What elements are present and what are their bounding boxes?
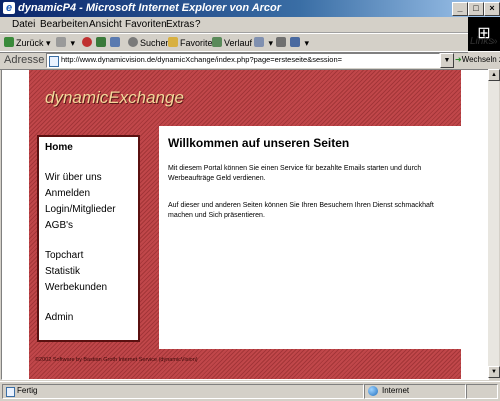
zone-panel: Internet [364, 384, 466, 399]
close-button[interactable]: × [484, 2, 500, 16]
ie-logo-icon: e [3, 2, 15, 14]
site-frame: dynamicExchange Home Wir über uns Anmeld… [29, 70, 461, 379]
go-arrow-icon: ➜ [455, 55, 462, 64]
maximize-button[interactable]: □ [468, 2, 484, 16]
globe-icon [368, 386, 378, 396]
nav-anmelden[interactable]: Anmelden [45, 188, 90, 199]
stop-button[interactable] [82, 37, 94, 48]
nav-wir-ueber-uns[interactable]: Wir über uns [45, 172, 102, 183]
title-bar: e dynamicP4 - Microsoft Internet Explore… [0, 0, 500, 17]
second-paragraph: Auf dieser und anderen Seiten können Sie… [168, 202, 434, 219]
home-button[interactable] [110, 37, 122, 48]
address-dropdown-button[interactable]: ▼ [440, 53, 454, 68]
refresh-button[interactable] [96, 37, 108, 48]
scroll-up-icon[interactable]: ▲ [488, 69, 500, 81]
status-bar: Fertig Internet [0, 381, 500, 401]
resize-grip[interactable] [466, 384, 498, 399]
edit-button[interactable]: ▾ [290, 37, 309, 49]
print-icon [276, 37, 286, 47]
menu-datei[interactable]: Datei [12, 19, 35, 30]
minimize-button[interactable]: _ [452, 2, 468, 16]
history-icon [212, 37, 222, 47]
address-bar: Adresse http://www.dynamicvision.de/dyna… [0, 51, 500, 70]
back-button[interactable]: Zurück ▾ [4, 37, 51, 49]
home-icon [110, 37, 120, 47]
nav-topchart[interactable]: Topchart [45, 250, 83, 261]
address-input[interactable]: http://www.dynamicvision.de/dynamicXchan… [46, 53, 440, 68]
scroll-down-icon[interactable]: ▼ [488, 366, 500, 378]
nav-admin[interactable]: Admin [45, 312, 73, 323]
search-icon [128, 37, 138, 47]
page-heading: Willkommen auf unseren Seiten [168, 136, 350, 150]
copyright-text: ©2002 Software by Bastian Groth Internet… [35, 357, 198, 363]
status-text: Fertig [17, 386, 38, 395]
status-panel: Fertig [2, 384, 364, 399]
nav-werbekunden[interactable]: Werbekunden [45, 282, 107, 293]
back-arrow-icon [4, 37, 14, 47]
links-label: Links [470, 36, 494, 47]
menu-ansicht[interactable]: Ansicht [89, 19, 122, 30]
page-icon [49, 56, 59, 67]
menu-extras[interactable]: Extras [166, 19, 194, 30]
search-button[interactable]: Suchen [128, 37, 171, 48]
mail-icon [254, 37, 264, 47]
favorites-button[interactable]: Favoriten [168, 37, 218, 48]
main-content: Willkommen auf unseren Seiten Mit diesem… [159, 126, 461, 349]
forward-button[interactable]: ▾ [56, 37, 75, 49]
mail-button[interactable]: ▾ [254, 37, 273, 49]
vertical-scrollbar[interactable]: ▲ ▼ [488, 69, 500, 378]
forward-arrow-icon [56, 37, 66, 47]
go-button[interactable]: ➜Wechseln zu [455, 55, 500, 64]
page-viewport: dynamicExchange Home Wir über uns Anmeld… [1, 69, 489, 380]
links-chevron-icon: » [492, 36, 498, 47]
refresh-icon [96, 37, 106, 47]
print-button[interactable] [276, 37, 288, 48]
menu-favoriten[interactable]: Favoriten [125, 19, 167, 30]
go-label: Wechseln zu [461, 55, 500, 64]
favorites-icon [168, 37, 178, 47]
zone-text: Internet [382, 386, 410, 395]
nav-statistik[interactable]: Statistik [45, 266, 80, 277]
links-bar[interactable]: Links » [468, 33, 500, 51]
site-nav: Home Wir über uns Anmelden Login/Mitglie… [37, 135, 140, 342]
history-button[interactable]: Verlauf [212, 37, 252, 48]
stop-icon [82, 37, 92, 47]
site-logo[interactable]: dynamicExchange [45, 88, 184, 108]
toolbar: Zurück ▾ ▾ Suchen Favoriten Verlauf ▾ ▾ [0, 33, 468, 53]
search-label: Suchen [140, 38, 171, 48]
intro-paragraph: Mit diesem Portal können Sie einen Servi… [168, 165, 422, 182]
edit-icon [290, 37, 300, 47]
address-label: Adresse [4, 54, 45, 66]
page-done-icon [6, 387, 15, 397]
window-title: dynamicP4 - Microsoft Internet Explorer … [18, 2, 282, 14]
back-label: Zurück [16, 38, 44, 48]
nav-login-mitglieder[interactable]: Login/Mitglieder [45, 204, 116, 215]
nav-agbs[interactable]: AGB's [45, 220, 73, 231]
menu-bearbeiten[interactable]: Bearbeiten [40, 19, 88, 30]
address-url: http://www.dynamicvision.de/dynamicXchan… [61, 55, 343, 64]
menu-help[interactable]: ? [195, 19, 201, 30]
nav-home[interactable]: Home [45, 142, 73, 153]
menu-bar: Datei Bearbeiten Ansicht Favoriten Extra… [0, 17, 500, 33]
history-label: Verlauf [224, 38, 253, 48]
